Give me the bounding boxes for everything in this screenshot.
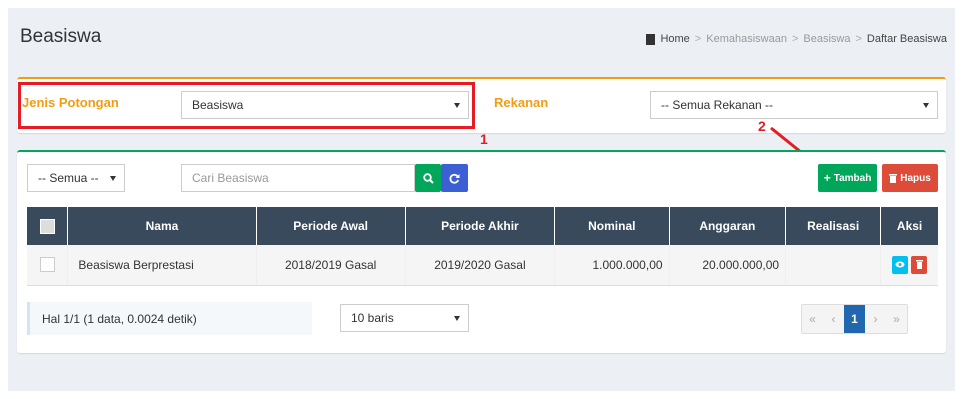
- header-nama[interactable]: Nama: [67, 207, 257, 245]
- beasiswa-table: Nama Periode Awal Periode Akhir Nominal …: [27, 207, 938, 286]
- search-icon: [422, 172, 434, 184]
- header-nominal[interactable]: Nominal: [554, 207, 670, 245]
- rekanan-select[interactable]: -- Semua Rekanan --: [650, 91, 938, 119]
- page-title: Beasiswa: [20, 26, 102, 47]
- refresh-button[interactable]: [441, 164, 468, 192]
- page-1-button[interactable]: 1: [844, 305, 865, 333]
- breadcrumb: Home > Kemahasiswaan > Beasiswa > Daftar…: [646, 33, 947, 45]
- view-button[interactable]: [892, 255, 909, 274]
- table-header-row: Nama Periode Awal Periode Akhir Nominal …: [27, 207, 938, 245]
- chevron-down-icon: [454, 316, 460, 321]
- cell-aksi: [880, 245, 938, 286]
- rekanan-value: -- Semua Rekanan --: [661, 98, 774, 112]
- rows-per-page-select[interactable]: 10 baris: [340, 304, 469, 332]
- last-page-button[interactable]: »: [886, 305, 907, 333]
- eye-icon: [895, 261, 905, 268]
- rekanan-label: Rekanan: [494, 95, 549, 110]
- file-icon: [646, 33, 656, 45]
- tambah-label: Tambah: [833, 172, 872, 184]
- tambah-button[interactable]: + Tambah: [818, 164, 877, 192]
- header-anggaran[interactable]: Anggaran: [669, 207, 787, 245]
- annotation-number-2: 2: [758, 118, 766, 134]
- cell-realisasi: [785, 245, 882, 286]
- trash-icon: [889, 173, 898, 183]
- breadcrumb-home[interactable]: Home: [660, 33, 689, 45]
- select-all-header: [27, 207, 69, 245]
- header-realisasi[interactable]: Realisasi: [785, 207, 882, 245]
- row-checkbox[interactable]: [39, 257, 55, 273]
- breadcrumb-separator: >: [694, 33, 702, 45]
- search-button[interactable]: [415, 164, 441, 192]
- row-select-cell: [27, 245, 69, 286]
- rows-per-page-value: 10 baris: [351, 311, 394, 325]
- cell-periode-awal: 2018/2019 Gasal: [256, 245, 406, 286]
- chevron-down-icon: [923, 103, 929, 108]
- select-all-checkbox[interactable]: [39, 218, 55, 234]
- cell-anggaran: 20.000.000,00: [669, 245, 787, 286]
- header-aksi: Aksi: [880, 207, 938, 245]
- breadcrumb-current: Daftar Beasiswa: [866, 33, 947, 45]
- search-input[interactable]: Cari Beasiswa: [181, 164, 415, 192]
- plus-icon: +: [823, 171, 831, 185]
- annotation-highlight-box: [18, 82, 475, 129]
- semua-value: -- Semua --: [38, 171, 99, 185]
- pagination: « ‹ 1 › »: [801, 304, 908, 334]
- hapus-label: Hapus: [900, 172, 931, 184]
- hapus-button[interactable]: Hapus: [882, 164, 938, 192]
- table-row: Beasiswa Berprestasi 2018/2019 Gasal 201…: [27, 245, 938, 286]
- header-periode-akhir[interactable]: Periode Akhir: [405, 207, 556, 245]
- first-page-button[interactable]: «: [802, 305, 823, 333]
- semua-select[interactable]: -- Semua --: [27, 164, 125, 192]
- cell-periode-akhir: 2019/2020 Gasal: [405, 245, 556, 286]
- header-periode-awal[interactable]: Periode Awal: [256, 207, 406, 245]
- pagination-info: Hal 1/1 (1 data, 0.0024 detik): [27, 302, 312, 335]
- delete-button[interactable]: [911, 255, 928, 274]
- breadcrumb-separator: >: [855, 33, 862, 45]
- breadcrumb-separator: >: [791, 33, 799, 45]
- chevron-down-icon: [110, 176, 116, 181]
- next-page-button[interactable]: ›: [865, 305, 886, 333]
- cell-nominal: 1.000.000,00: [554, 245, 670, 286]
- breadcrumb-kemahasiswaan[interactable]: Kemahasiswaan: [706, 33, 787, 45]
- refresh-icon: [449, 173, 460, 184]
- cell-nama: Beasiswa Berprestasi: [67, 245, 257, 286]
- search-placeholder: Cari Beasiswa: [192, 171, 269, 185]
- prev-page-button[interactable]: ‹: [823, 305, 844, 333]
- trash-icon: [915, 260, 923, 270]
- breadcrumb-beasiswa[interactable]: Beasiswa: [803, 33, 850, 45]
- annotation-number-1: 1: [480, 131, 488, 147]
